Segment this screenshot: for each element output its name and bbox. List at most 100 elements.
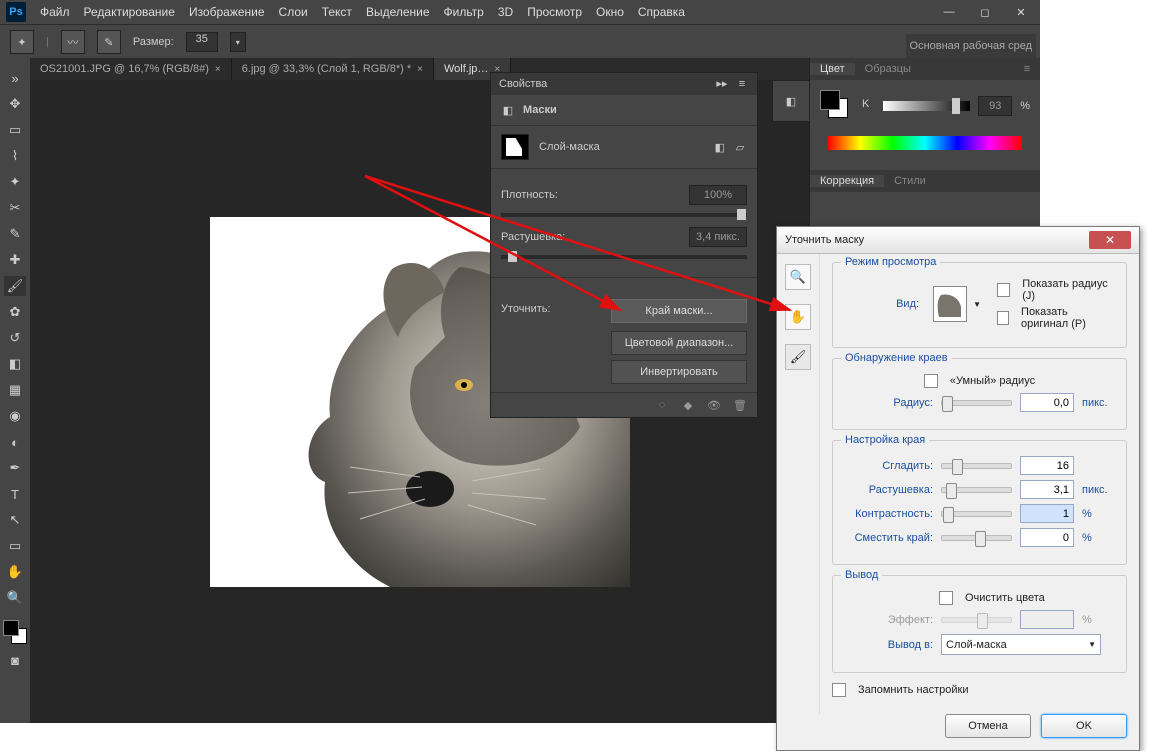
window-close-icon[interactable]: ✕ xyxy=(1008,4,1034,20)
marquee-tool-icon[interactable]: ▭ xyxy=(4,120,26,140)
mask-mode-icon[interactable]: ◧ xyxy=(501,103,515,117)
radius-input[interactable] xyxy=(1020,393,1074,412)
effect-slider xyxy=(941,617,1012,623)
hand-tool-icon[interactable]: ✋ xyxy=(4,562,26,582)
shift-input[interactable] xyxy=(1020,528,1074,547)
panel-menu-icon[interactable]: ≡ xyxy=(735,77,749,91)
dlg-feather-slider[interactable] xyxy=(941,487,1012,493)
load-selection-icon[interactable]: ◌ xyxy=(655,398,669,412)
menu-text[interactable]: Текст xyxy=(322,5,352,19)
size-input[interactable]: 35 xyxy=(186,32,218,52)
feather-slider[interactable] xyxy=(501,255,747,259)
eyedropper-tool-icon[interactable]: ✎ xyxy=(4,224,26,244)
close-icon[interactable]: × xyxy=(417,64,423,75)
color-range-button[interactable]: Цветовой диапазон... xyxy=(611,331,747,355)
delete-mask-icon[interactable]: 🗑 xyxy=(733,398,747,412)
path-tool-icon[interactable]: ↖ xyxy=(4,510,26,530)
window-minimize-icon[interactable]: — xyxy=(936,4,962,20)
menu-window[interactable]: Окно xyxy=(596,5,624,19)
crop-tool-icon[interactable]: ✂ xyxy=(4,198,26,218)
workspace-label[interactable]: Основная рабочая сред xyxy=(906,34,1036,58)
density-value[interactable]: 100% xyxy=(689,185,747,205)
hand-tool-icon[interactable]: ✋ xyxy=(785,304,811,330)
k-value[interactable]: 93 xyxy=(978,96,1012,116)
density-label: Плотность: xyxy=(501,189,558,201)
gradient-tool-icon[interactable]: ▦ xyxy=(4,380,26,400)
feather-value[interactable]: 3,4 пикс. xyxy=(689,227,747,247)
menu-layers[interactable]: Слои xyxy=(279,5,308,19)
shape-tool-icon[interactable]: ▭ xyxy=(4,536,26,556)
shift-slider[interactable] xyxy=(941,535,1012,541)
menu-view[interactable]: Просмотр xyxy=(527,5,582,19)
smooth-input[interactable] xyxy=(1020,456,1074,475)
remember-checkbox[interactable] xyxy=(832,683,846,697)
dodge-tool-icon[interactable]: ◐ xyxy=(4,432,26,452)
quickselect-tool-icon[interactable]: ✦ xyxy=(4,172,26,192)
menu-filter[interactable]: Фильтр xyxy=(444,5,484,19)
lasso-tool-icon[interactable]: ⌇ xyxy=(4,146,26,166)
brush-panel-icon[interactable]: ✎ xyxy=(97,30,121,54)
quickmask-icon[interactable]: ◙ xyxy=(4,650,26,670)
collapsed-panel-icon[interactable]: ◧ xyxy=(772,80,810,122)
tab-styles[interactable]: Стили xyxy=(884,175,936,187)
dialog-close-button[interactable]: ✕ xyxy=(1089,231,1131,249)
doc-tab-1[interactable]: OS21001.JPG @ 16,7% (RGB/8#)× xyxy=(30,58,232,80)
contrast-input[interactable] xyxy=(1020,504,1074,523)
pen-tool-icon[interactable]: ✒ xyxy=(4,458,26,478)
brush-tool-icon[interactable]: 🖌 xyxy=(4,276,26,296)
color-swatch[interactable] xyxy=(820,90,848,118)
move-tool-icon[interactable]: ✥ xyxy=(4,94,26,114)
tab-swatches[interactable]: Образцы xyxy=(855,63,921,75)
mask-edge-button[interactable]: Край маски... xyxy=(611,299,747,323)
view-label: Вид: xyxy=(843,298,919,310)
output-combo[interactable]: Слой-маска▼ xyxy=(941,634,1101,655)
expand-icon[interactable]: » xyxy=(4,68,26,88)
decon-checkbox[interactable] xyxy=(939,591,953,605)
smart-radius-checkbox[interactable] xyxy=(924,374,938,388)
size-dropdown-icon[interactable]: ▾ xyxy=(230,32,246,52)
brush-preview-icon[interactable]: 〰 xyxy=(61,30,85,54)
show-original-checkbox[interactable] xyxy=(997,311,1009,325)
dlg-feather-input[interactable] xyxy=(1020,480,1074,499)
menu-edit[interactable]: Редактирование xyxy=(84,5,175,19)
smooth-slider[interactable] xyxy=(941,463,1012,469)
zoom-tool-icon[interactable]: 🔍 xyxy=(785,264,811,290)
ok-button[interactable]: OK xyxy=(1041,714,1127,738)
refine-brush-icon[interactable]: 🖌 xyxy=(785,344,811,370)
cancel-button[interactable]: Отмена xyxy=(945,714,1031,738)
healing-tool-icon[interactable]: ✚ xyxy=(4,250,26,270)
menu-image[interactable]: Изображение xyxy=(189,5,265,19)
close-icon[interactable]: × xyxy=(215,64,221,75)
apply-mask-icon[interactable]: ◆ xyxy=(681,398,695,412)
mask-thumbnail[interactable] xyxy=(501,134,529,160)
window-restore-icon[interactable]: ◻ xyxy=(972,4,998,20)
doc-tab-2[interactable]: 6.jpg @ 33,3% (Слой 1, RGB/8*) *× xyxy=(232,58,434,80)
blur-tool-icon[interactable]: ◉ xyxy=(4,406,26,426)
zoom-tool-icon[interactable]: 🔍 xyxy=(4,588,26,608)
history-brush-icon[interactable]: ↺ xyxy=(4,328,26,348)
k-slider[interactable] xyxy=(883,101,970,111)
tool-preset-icon[interactable]: ✦ xyxy=(10,30,34,54)
type-tool-icon[interactable]: T xyxy=(4,484,26,504)
panel-menu-icon[interactable]: ≡ xyxy=(1010,62,1040,76)
stamp-tool-icon[interactable]: ✿ xyxy=(4,302,26,322)
pixel-mask-icon[interactable]: ◧ xyxy=(713,140,727,154)
collapse-icon[interactable]: ▸▸ xyxy=(715,77,729,91)
menu-help[interactable]: Справка xyxy=(638,5,685,19)
contrast-slider[interactable] xyxy=(941,511,1012,517)
tab-color[interactable]: Цвет xyxy=(810,63,855,75)
toggle-mask-icon[interactable]: 👁 xyxy=(707,398,721,412)
eraser-tool-icon[interactable]: ◧ xyxy=(4,354,26,374)
tab-adjustments[interactable]: Коррекция xyxy=(810,175,884,187)
view-thumbnail[interactable] xyxy=(933,286,967,322)
menu-file[interactable]: Файл xyxy=(40,5,70,19)
foreground-background-swatch[interactable] xyxy=(3,620,27,644)
density-slider[interactable] xyxy=(501,213,747,217)
menu-3d[interactable]: 3D xyxy=(498,5,513,19)
hue-ramp[interactable] xyxy=(828,136,1022,150)
show-radius-checkbox[interactable] xyxy=(997,283,1010,297)
radius-slider[interactable] xyxy=(941,400,1012,406)
menu-select[interactable]: Выделение xyxy=(366,5,430,19)
vector-mask-icon[interactable]: ▱ xyxy=(733,140,747,154)
invert-button[interactable]: Инвертировать xyxy=(611,360,747,384)
